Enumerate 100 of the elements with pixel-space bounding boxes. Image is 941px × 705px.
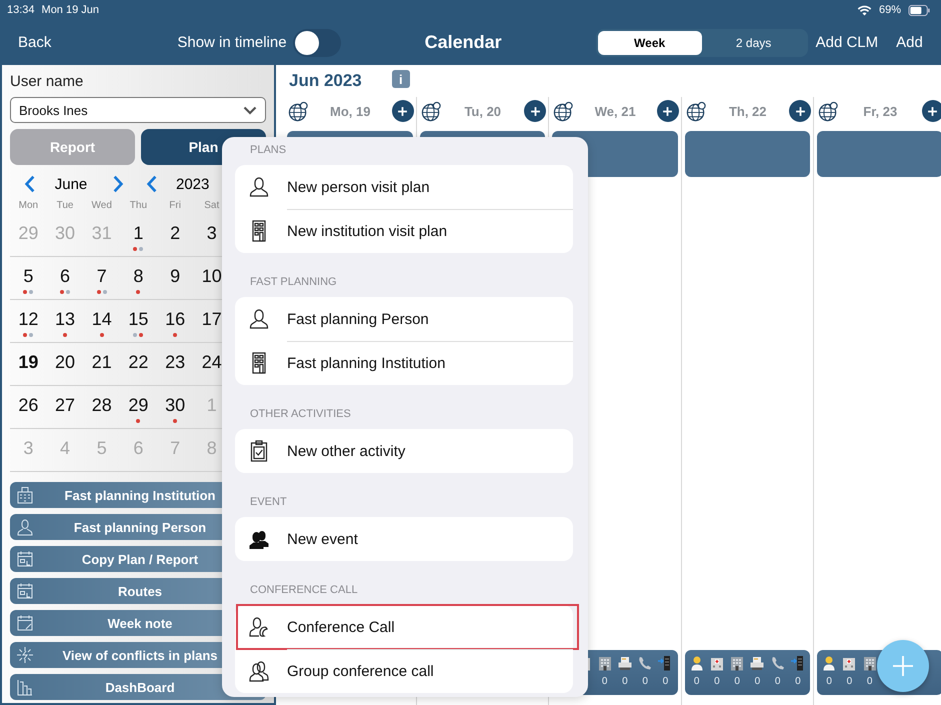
doctor-icon <box>688 655 705 671</box>
calendar-day[interactable]: 1 <box>120 214 157 256</box>
person-icon <box>249 308 269 330</box>
count-label: 0 <box>866 676 872 687</box>
day-label: Mo, 19 <box>329 104 372 118</box>
chevron-right-icon <box>112 175 124 193</box>
count-label: 0 <box>662 676 668 687</box>
add-button[interactable] <box>656 100 678 122</box>
weekday-label: Fri <box>168 200 182 213</box>
menu-item[interactable]: New institution visit plan <box>235 209 573 253</box>
wifi-icon <box>856 4 872 16</box>
doctor-icon <box>821 655 838 671</box>
phone-icon <box>637 655 654 671</box>
menu-item[interactable]: Fast planning Institution <box>235 341 573 385</box>
calendar-day[interactable]: 15 <box>120 300 157 342</box>
calendar-day[interactable]: 24 <box>193 343 230 385</box>
calendar-day[interactable]: 12 <box>10 300 47 342</box>
calendar-day[interactable]: 2 <box>156 214 194 256</box>
add-button[interactable] <box>789 100 811 122</box>
status-date: Mon 19 Jun <box>42 4 100 16</box>
section-header: OTHER ACTIVITIES <box>250 407 351 422</box>
calendar-day[interactable]: 28 <box>83 386 120 428</box>
view-tab[interactable]: 2 days <box>702 30 806 54</box>
calendar-day[interactable]: 21 <box>83 343 120 385</box>
weekday-label: Tue <box>56 200 74 213</box>
count-label: 0 <box>714 676 720 687</box>
chevron-left-icon <box>24 175 36 193</box>
count-label: 0 <box>694 676 700 687</box>
count-label: 0 <box>622 676 628 687</box>
add-button[interactable] <box>524 100 546 122</box>
menu-item[interactable]: New event <box>235 517 573 561</box>
calendar-day[interactable]: 6 <box>46 257 84 299</box>
info-button[interactable]: i <box>392 70 410 88</box>
calendar-day[interactable]: 17 <box>193 300 230 342</box>
previous-year-button[interactable] <box>146 175 158 193</box>
globe-icon[interactable] <box>420 100 442 122</box>
building-icon <box>729 655 746 671</box>
calendar-day[interactable]: 27 <box>46 386 84 428</box>
next-month-button[interactable] <box>112 175 124 193</box>
calendar-day[interactable]: 16 <box>156 300 194 342</box>
calendar-title: Jun 2023 <box>289 71 362 91</box>
plus-icon <box>397 106 408 116</box>
field-label: User name <box>10 73 84 91</box>
fax-icon <box>616 655 633 671</box>
window-title: Calendar <box>424 32 502 53</box>
person-icon <box>249 176 269 198</box>
weekday-label: Thu <box>128 200 148 213</box>
phone-icon <box>770 655 786 671</box>
calendar-day[interactable]: 5 <box>10 257 47 299</box>
back-button[interactable]: Back <box>18 34 52 51</box>
calendar-day[interactable]: 13 <box>46 300 84 342</box>
menu-item[interactable]: New person visit plan <box>235 165 573 209</box>
count-label: 0 <box>826 676 832 687</box>
day-label: We, 21 <box>594 104 637 118</box>
view-tab[interactable]: Week <box>598 30 702 54</box>
people-outline-icon <box>249 660 269 682</box>
count-label: 0 <box>795 676 801 687</box>
globe-icon[interactable] <box>818 100 839 122</box>
building-icon <box>596 655 613 671</box>
calendar-day[interactable]: 7 <box>83 257 120 299</box>
day-label: Tu, 20 <box>463 104 502 118</box>
calendar-day[interactable]: 8 <box>120 257 157 299</box>
globe-icon[interactable] <box>288 100 309 122</box>
add-button[interactable] <box>922 100 941 122</box>
lightning-icon <box>16 646 34 664</box>
timeline-label: Show in timeline <box>177 34 287 51</box>
calendar-day[interactable]: 29 <box>120 386 157 428</box>
calendar-day[interactable]: 20 <box>46 343 84 385</box>
calendar-day[interactable]: 19 <box>10 343 47 385</box>
year-label: 2023 <box>176 176 210 192</box>
nav-action-button[interactable]: Add CLM <box>816 34 878 51</box>
calendar-day[interactable]: 14 <box>83 300 120 342</box>
menu-item[interactable]: New other activity <box>235 429 573 473</box>
calendar-icon <box>16 550 34 568</box>
calendar-day[interactable]: 10 <box>193 257 230 299</box>
hospital-icon <box>841 655 858 671</box>
fax-icon <box>749 655 766 671</box>
nav-action-button[interactable]: Add <box>896 34 923 51</box>
add-button[interactable] <box>392 100 414 122</box>
month-label: June <box>54 176 88 192</box>
timeline-toggle[interactable] <box>292 28 341 56</box>
calendar-day[interactable]: 23 <box>156 343 194 385</box>
globe-icon[interactable] <box>553 100 574 122</box>
count-label: 0 <box>754 676 760 687</box>
count-label: 0 <box>846 676 852 687</box>
previous-month-button[interactable] <box>24 175 36 193</box>
calendar-day[interactable]: 9 <box>156 257 194 299</box>
server-icon <box>790 655 806 671</box>
calendar-day[interactable]: 26 <box>10 386 47 428</box>
user-dropdown[interactable]: Brooks Ines <box>10 97 266 123</box>
weekday-label: Mon <box>18 200 40 213</box>
calendar-day[interactable]: 3 <box>193 214 230 256</box>
plus-icon <box>662 106 673 116</box>
person-phone-icon <box>249 616 269 638</box>
calendar-day[interactable]: 22 <box>120 343 157 385</box>
menu-item[interactable]: Fast planning Person <box>235 297 573 341</box>
globe-icon[interactable] <box>686 100 706 122</box>
count-label: 0 <box>734 676 740 687</box>
calendar-day[interactable]: 30 <box>156 386 194 428</box>
count-label: 0 <box>642 676 648 687</box>
